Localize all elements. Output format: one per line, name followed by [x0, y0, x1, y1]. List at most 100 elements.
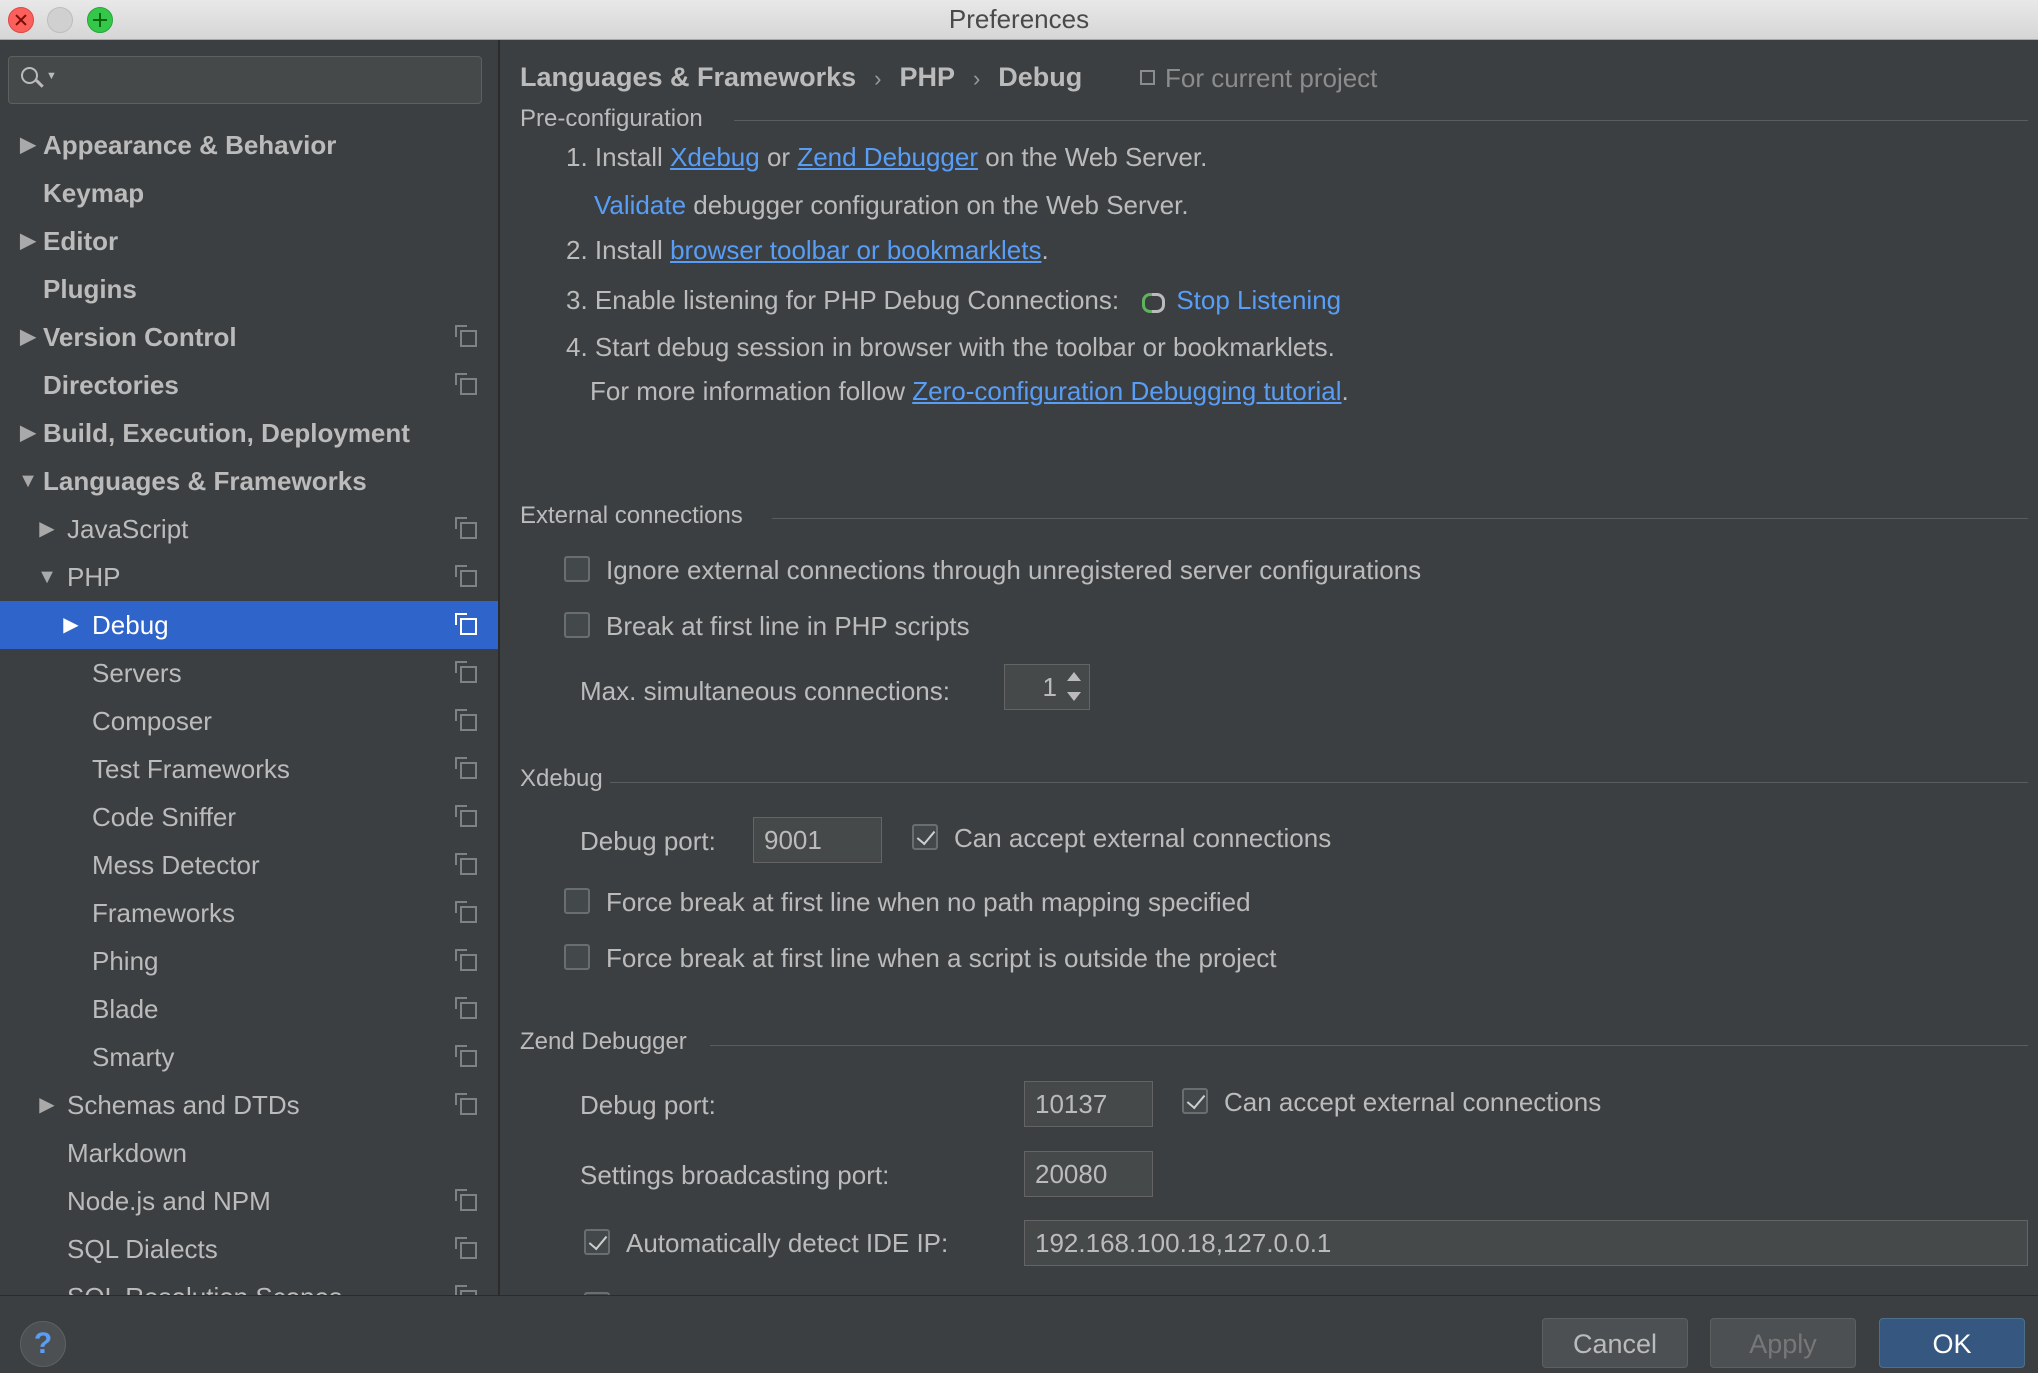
- collapse-arrow-icon[interactable]: ▼: [37, 553, 57, 601]
- breadcrumb-item: Debug: [998, 62, 1083, 92]
- sidebar-item-mess-detector[interactable]: Mess Detector: [0, 841, 498, 889]
- sidebar-item-schemas-dtds[interactable]: ▶ Schemas and DTDs: [0, 1081, 498, 1129]
- phone-listening-icon: [1140, 287, 1166, 313]
- xdebug-port-label: Debug port:: [580, 826, 716, 856]
- xdebug-accept-external-checkbox[interactable]: [912, 824, 938, 850]
- sidebar-item-sql-dialects[interactable]: SQL Dialects: [0, 1225, 498, 1273]
- breadcrumb: Languages & Frameworks › PHP › Debug: [520, 62, 1082, 93]
- section-title-preconfiguration: Pre-configuration: [520, 105, 703, 132]
- sidebar-item-markdown[interactable]: Markdown: [0, 1129, 498, 1177]
- sidebar-item-appearance-behavior[interactable]: ▶ Appearance & Behavior: [0, 121, 498, 169]
- collapse-arrow-icon[interactable]: ▼: [18, 457, 38, 505]
- sidebar-item-version-control[interactable]: ▶ Version Control: [0, 313, 498, 361]
- sidebar-item-languages-frameworks[interactable]: ▼ Languages & Frameworks: [0, 457, 498, 505]
- preconfig-step-4: 4. Start debug session in browser with t…: [566, 332, 1335, 362]
- sidebar-item-plugins[interactable]: Plugins: [0, 265, 498, 313]
- settings-sidebar: ▼ ▶ Appearance & Behavior Keymap ▶ Edito…: [0, 40, 500, 1295]
- expand-arrow-icon[interactable]: ▶: [18, 217, 38, 265]
- max-connections-value: 1: [1042, 672, 1057, 702]
- break-first-line-checkbox[interactable]: [564, 612, 590, 638]
- breadcrumb-separator: ›: [972, 66, 981, 91]
- settings-tree: ▶ Appearance & Behavior Keymap ▶ Editor …: [0, 121, 498, 1295]
- xdebug-link[interactable]: Xdebug: [670, 142, 760, 172]
- sidebar-item-directories[interactable]: Directories: [0, 361, 498, 409]
- project-scope-icon: [455, 613, 477, 635]
- sidebar-item-smarty[interactable]: Smarty: [0, 1033, 498, 1081]
- section-divider: [772, 518, 2028, 519]
- sidebar-item-keymap[interactable]: Keymap: [0, 169, 498, 217]
- expand-arrow-icon[interactable]: ▶: [37, 505, 57, 553]
- sidebar-item-build-execution-deployment[interactable]: ▶ Build, Execution, Deployment: [0, 409, 498, 457]
- preconfig-step-2: 2. Install browser toolbar or bookmarkle…: [566, 235, 1049, 265]
- search-input[interactable]: ▼: [8, 56, 482, 104]
- stepper-up-icon[interactable]: [1067, 672, 1081, 681]
- zend-accept-external-label: Can accept external connections: [1224, 1087, 1602, 1117]
- project-scope-icon: [455, 997, 477, 1019]
- section-divider: [610, 782, 2028, 783]
- sidebar-item-frameworks[interactable]: Frameworks: [0, 889, 498, 937]
- expand-arrow-icon[interactable]: ▶: [37, 1081, 57, 1129]
- project-scope-icon: [455, 1045, 477, 1067]
- section-divider: [710, 1045, 2028, 1046]
- section-title-xdebug: Xdebug: [520, 765, 603, 792]
- help-button[interactable]: ?: [20, 1321, 66, 1367]
- sidebar-item-nodejs-npm[interactable]: Node.js and NPM: [0, 1177, 498, 1225]
- max-connections-stepper[interactable]: 1: [1004, 664, 1090, 710]
- force-break-no-mapping-label: Force break at first line when no path m…: [606, 887, 1251, 917]
- zend-debugger-link[interactable]: Zend Debugger: [797, 142, 978, 172]
- preconfig-more-info: For more information follow Zero-configu…: [590, 376, 1349, 406]
- sidebar-item-test-frameworks[interactable]: Test Frameworks: [0, 745, 498, 793]
- broadcast-port-field[interactable]: 20080: [1024, 1151, 1153, 1197]
- project-scope-icon: [455, 517, 477, 539]
- project-scope-icon: [455, 373, 477, 395]
- ignore-external-connections-checkbox[interactable]: [564, 556, 590, 582]
- sidebar-item-servers[interactable]: Servers: [0, 649, 498, 697]
- force-break-outside-project-label: Force break at first line when a script …: [606, 943, 1277, 973]
- cancel-button[interactable]: Cancel: [1542, 1318, 1688, 1368]
- zend-port-label: Debug port:: [580, 1090, 716, 1120]
- ok-button[interactable]: OK: [1879, 1318, 2025, 1368]
- sidebar-item-blade[interactable]: Blade: [0, 985, 498, 1033]
- window-title: Preferences: [948, 4, 1090, 34]
- stop-listening-button[interactable]: Stop Listening: [1140, 285, 1341, 315]
- sidebar-item-editor[interactable]: ▶ Editor: [0, 217, 498, 265]
- zend-port-field[interactable]: 10137: [1024, 1081, 1153, 1127]
- expand-arrow-icon[interactable]: ▶: [18, 313, 38, 361]
- sidebar-item-php[interactable]: ▼ PHP: [0, 553, 498, 601]
- apply-button[interactable]: Apply: [1710, 1318, 1856, 1368]
- expand-arrow-icon[interactable]: ▶: [18, 121, 38, 169]
- validate-link[interactable]: Validate: [594, 190, 686, 220]
- tutorial-link[interactable]: Zero-configuration Debugging tutorial: [912, 376, 1341, 406]
- sidebar-item-sql-resolution-scopes[interactable]: SQL Resolution Scopes: [0, 1273, 498, 1295]
- project-scope-icon: [455, 949, 477, 971]
- project-scope-icon: [455, 901, 477, 923]
- breadcrumb-item: Languages & Frameworks: [520, 62, 857, 92]
- project-scope-icon: [455, 661, 477, 683]
- expand-arrow-icon[interactable]: ▶: [18, 409, 38, 457]
- project-scope-icon: [455, 1189, 477, 1211]
- browser-toolbar-link[interactable]: browser toolbar or bookmarklets: [670, 235, 1041, 265]
- max-connections-label: Max. simultaneous connections:: [580, 676, 950, 706]
- sidebar-item-javascript[interactable]: ▶ JavaScript: [0, 505, 498, 553]
- project-scope-icon: [455, 1093, 477, 1115]
- sidebar-item-composer[interactable]: Composer: [0, 697, 498, 745]
- force-break-outside-project-checkbox[interactable]: [564, 944, 590, 970]
- expand-arrow-icon[interactable]: ▶: [61, 601, 81, 649]
- settings-content: Languages & Frameworks › PHP › Debug For cur…: [500, 40, 2038, 1295]
- xdebug-port-field[interactable]: 9001: [753, 817, 882, 863]
- stepper-down-icon[interactable]: [1067, 692, 1081, 701]
- project-scope-icon: [455, 853, 477, 875]
- preconfig-step-3: 3. Enable listening for PHP Debug Connec…: [566, 285, 1342, 315]
- auto-detect-ip-checkbox[interactable]: [584, 1229, 610, 1255]
- sidebar-item-debug[interactable]: ▶ Debug: [0, 601, 498, 649]
- chevron-down-icon[interactable]: ▼: [46, 70, 57, 82]
- auto-detect-ip-label: Automatically detect IDE IP:: [626, 1228, 949, 1258]
- project-scope-icon: [455, 325, 477, 347]
- force-break-no-mapping-checkbox[interactable]: [564, 888, 590, 914]
- sidebar-item-phing[interactable]: Phing: [0, 937, 498, 985]
- preconfig-validate-line: Validate debugger configuration on the W…: [594, 190, 1189, 220]
- ide-ip-field[interactable]: 192.168.100.18,127.0.0.1: [1024, 1220, 2028, 1266]
- sidebar-item-code-sniffer[interactable]: Code Sniffer: [0, 793, 498, 841]
- zend-accept-external-checkbox[interactable]: [1182, 1088, 1208, 1114]
- breadcrumb-separator: ›: [874, 66, 882, 91]
